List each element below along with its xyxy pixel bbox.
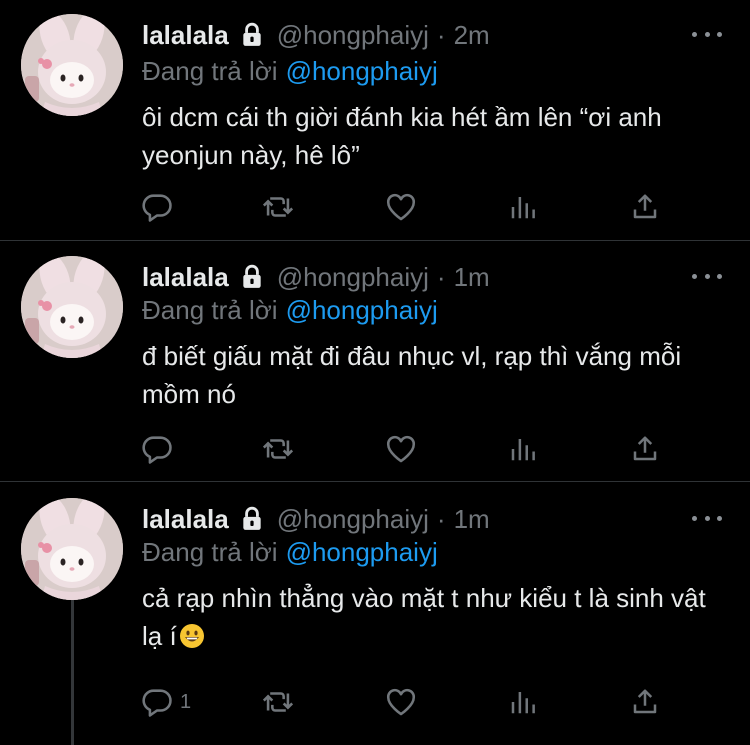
retweet-button[interactable]: [260, 682, 296, 722]
tweet-header: lalalala @hongphaiyj · 1m: [142, 504, 490, 534]
replying-label: Đang trả lời: [142, 295, 278, 325]
reply-count: 1: [180, 690, 192, 713]
views-icon: [511, 439, 535, 461]
share-icon: [633, 689, 657, 714]
timestamp[interactable]: 1m: [454, 262, 490, 292]
share-icon: [633, 194, 657, 219]
reply-icon: [142, 436, 172, 464]
separator: ·: [436, 504, 446, 534]
tweet-text: đ biết giấu mặt đi đâu nhục vl, rạp thì …: [142, 341, 682, 409]
mention-link[interactable]: @hongphaiyj: [286, 56, 438, 86]
retweet-icon: [262, 692, 294, 712]
lock-icon: [239, 22, 265, 48]
replying-to: Đang trả lời @hongphaiyj: [142, 295, 438, 325]
views-button[interactable]: [508, 429, 538, 469]
tweet-text: cả rạp nhìn thẳng vào mặt t như kiểu t l…: [142, 579, 722, 659]
views-icon: [511, 197, 535, 219]
replying-to: Đang trả lời @hongphaiyj: [142, 537, 438, 567]
share-button[interactable]: [630, 682, 660, 722]
tweet-text-content: cả rạp nhìn thẳng vào mặt t như kiểu t l…: [142, 583, 706, 651]
retweet-icon: [262, 439, 294, 459]
more-icon[interactable]: [692, 508, 722, 528]
tweet-header: lalalala @hongphaiyj · 1m: [142, 262, 490, 292]
mention-link[interactable]: @hongphaiyj: [286, 295, 438, 325]
more-icon[interactable]: [692, 24, 722, 44]
avatar[interactable]: [21, 256, 123, 358]
avatar[interactable]: [21, 14, 123, 116]
tweet[interactable]: lalalala @hongphaiyj · 2m Đang trả lời @h…: [0, 0, 750, 240]
user-handle[interactable]: @hongphaiyj: [277, 262, 429, 292]
replying-label: Đang trả lời: [142, 56, 278, 86]
replying-to: Đang trả lời @hongphaiyj: [142, 56, 438, 86]
grinning-face-emoji: [179, 621, 205, 659]
views-button[interactable]: [508, 682, 538, 722]
tweet[interactable]: lalalala @hongphaiyj · 1m Đang trả lời @h…: [0, 241, 750, 481]
separator: ·: [436, 20, 446, 50]
like-icon: [386, 688, 416, 716]
separator: ·: [436, 262, 446, 292]
retweet-button[interactable]: [260, 187, 296, 227]
reply-icon: [142, 194, 172, 222]
tweet-actions: 1: [140, 682, 680, 722]
like-button[interactable]: [384, 682, 418, 722]
views-icon: [511, 692, 535, 714]
display-name[interactable]: lalalala: [142, 504, 229, 534]
replying-label: Đang trả lời: [142, 537, 278, 567]
avatar[interactable]: [21, 498, 123, 600]
like-icon: [386, 435, 416, 463]
tweet[interactable]: lalalala @hongphaiyj · 1m Đang trả lời @h…: [0, 482, 750, 745]
lock-icon: [239, 264, 265, 290]
share-button[interactable]: [630, 429, 660, 469]
display-name[interactable]: lalalala: [142, 262, 229, 292]
share-icon: [633, 436, 657, 461]
timestamp[interactable]: 1m: [454, 504, 490, 534]
retweet-icon: [262, 197, 294, 217]
like-icon: [386, 193, 416, 221]
like-button[interactable]: [384, 429, 418, 469]
tweet-text: ôi dcm cái th giời đánh kia hét ầm lên “…: [142, 102, 662, 170]
more-icon[interactable]: [692, 266, 722, 286]
tweet-actions: [140, 187, 680, 227]
reply-button[interactable]: 1: [140, 682, 191, 722]
views-button[interactable]: [508, 187, 538, 227]
reply-button[interactable]: [140, 187, 180, 227]
timestamp[interactable]: 2m: [454, 20, 490, 50]
mention-link[interactable]: @hongphaiyj: [286, 537, 438, 567]
tweet-header: lalalala @hongphaiyj · 2m: [142, 20, 490, 50]
share-button[interactable]: [630, 187, 660, 227]
tweet-actions: [140, 429, 680, 469]
user-handle[interactable]: @hongphaiyj: [277, 504, 429, 534]
reply-button[interactable]: [140, 429, 180, 469]
retweet-button[interactable]: [260, 429, 296, 469]
reply-icon: [142, 689, 172, 717]
display-name[interactable]: lalalala: [142, 20, 229, 50]
lock-icon: [239, 506, 265, 532]
like-button[interactable]: [384, 187, 418, 227]
user-handle[interactable]: @hongphaiyj: [277, 20, 429, 50]
